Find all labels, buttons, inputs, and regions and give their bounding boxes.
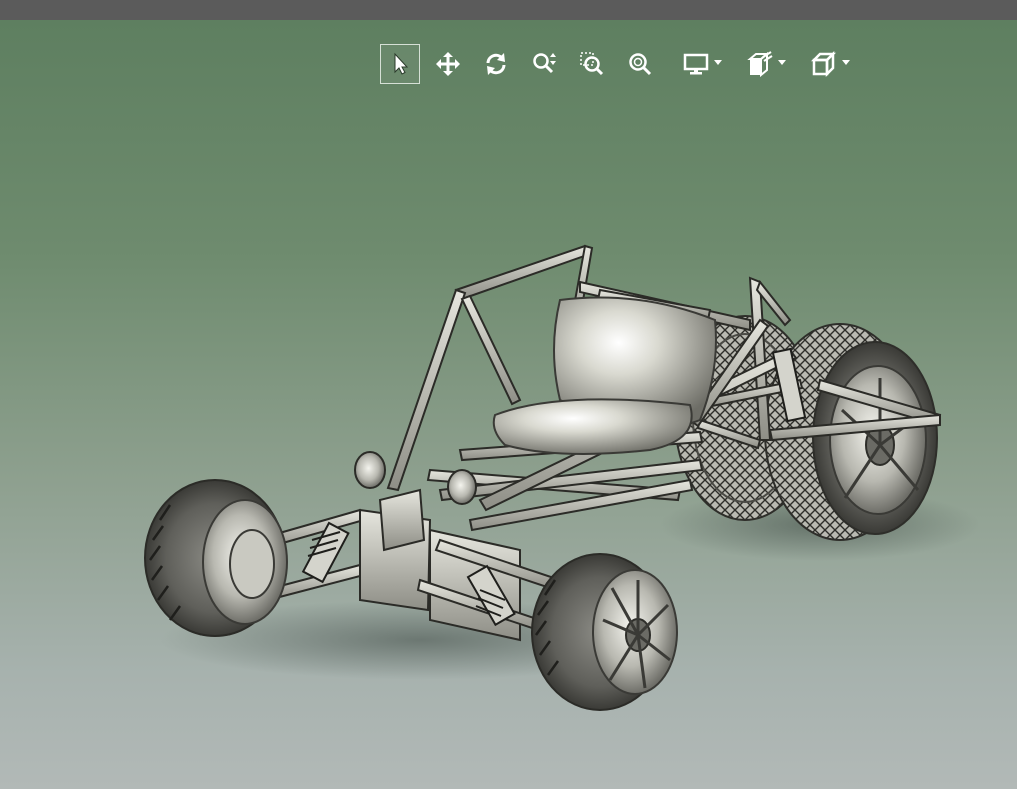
cursor-arrow-icon <box>394 52 409 75</box>
display-style-button[interactable] <box>668 44 724 84</box>
zoom-window-icon <box>580 52 604 76</box>
zoom-tool-button[interactable] <box>524 44 564 84</box>
monitor-icon <box>683 53 709 75</box>
heads-up-view-toolbar <box>380 44 860 84</box>
select-tool-button[interactable] <box>380 44 420 84</box>
zoom-in-out-icon <box>533 53 556 74</box>
rotate-tool-button[interactable] <box>476 44 516 84</box>
move-arrows-icon <box>436 52 460 76</box>
buggy-chassis-3d-model[interactable] <box>0 20 1017 789</box>
cad-application-window <box>0 0 1017 789</box>
zoom-fit-icon <box>629 53 652 76</box>
zoom-to-fit-button[interactable] <box>620 44 660 84</box>
section-view-dropdown-icon[interactable] <box>778 60 786 65</box>
section-view-button[interactable] <box>732 44 788 84</box>
display-style-dropdown-icon[interactable] <box>714 60 722 65</box>
front-left-wheel[interactable] <box>144 479 288 637</box>
driver-seat[interactable] <box>492 296 717 455</box>
section-view-icon <box>747 51 773 77</box>
front-right-wheel[interactable] <box>531 553 678 711</box>
zoom-window-button[interactable] <box>572 44 612 84</box>
window-title-strip <box>0 0 1017 20</box>
3d-graphics-viewport[interactable] <box>0 20 1017 789</box>
view-orientation-dropdown-icon[interactable] <box>842 60 850 65</box>
rotate-icon <box>486 53 506 75</box>
view-orientation-button[interactable] <box>796 44 852 84</box>
pan-tool-button[interactable] <box>428 44 468 84</box>
cube-view-icon <box>811 51 837 77</box>
